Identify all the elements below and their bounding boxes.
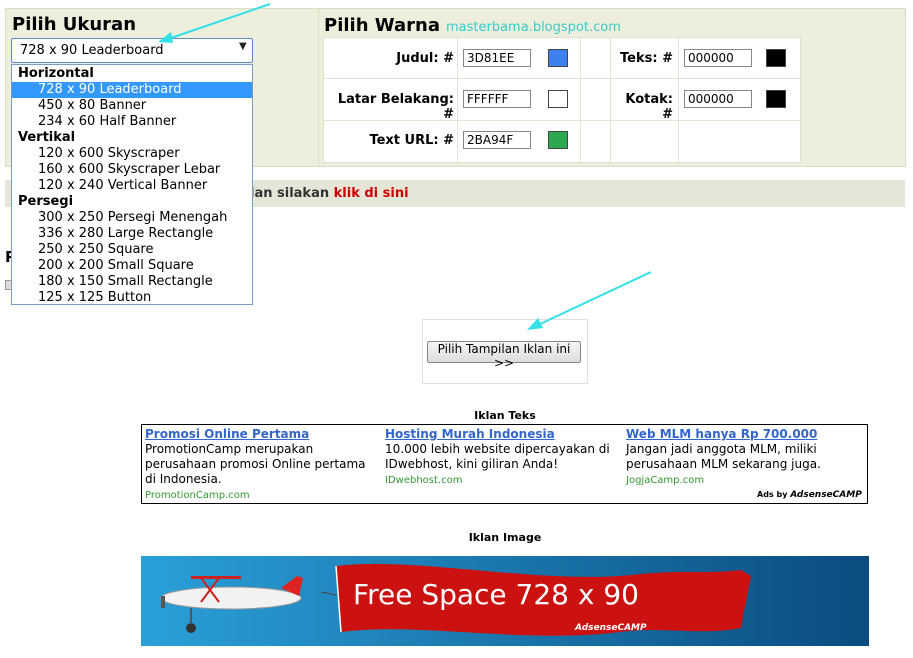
ad-title-link[interactable]: Hosting Murah Indonesia xyxy=(385,427,615,442)
title-color-input[interactable] xyxy=(463,49,531,67)
ad-description: Jangan jadi anggota MLM, miliki perusaha… xyxy=(626,442,821,471)
option-728x90[interactable]: 728 x 90 Leaderboard xyxy=(12,82,252,98)
color-heading: Pilih Warna xyxy=(324,15,440,36)
border-color-input[interactable] xyxy=(684,90,752,108)
info-text: lan silakan klik di sini xyxy=(250,186,409,201)
option-234x60[interactable]: 234 x 60 Half Banner xyxy=(12,114,252,130)
option-450x80[interactable]: 450 x 80 Banner xyxy=(12,98,252,114)
text-color-input[interactable] xyxy=(684,49,752,67)
border-color-swatch[interactable] xyxy=(766,90,786,108)
url-color-input[interactable] xyxy=(463,131,531,149)
option-120x240[interactable]: 120 x 240 Vertical Banner xyxy=(12,178,252,194)
click-here-link[interactable]: klik di sini xyxy=(334,186,409,201)
background-color-swatch[interactable] xyxy=(548,90,568,108)
option-120x600[interactable]: 120 x 600 Skyscraper xyxy=(12,146,252,162)
url-color-swatch[interactable] xyxy=(548,131,568,149)
ad-description: PromotionCamp merupakan perusahaan promo… xyxy=(145,442,366,486)
ad-url[interactable]: PromotionCamp.com xyxy=(145,488,375,503)
option-125x125[interactable]: 125 x 125 Button xyxy=(12,290,252,306)
col-divider xyxy=(678,38,679,162)
col-divider xyxy=(457,38,458,162)
title-color-swatch[interactable] xyxy=(548,49,568,67)
option-180x150[interactable]: 180 x 150 Small Rectangle xyxy=(12,274,252,290)
option-group-horizontal: Horizontal xyxy=(18,66,94,81)
info-message: lan silakan xyxy=(250,186,334,201)
banner-text: Free Space 728 x 90 xyxy=(353,578,639,611)
blog-watermark: masterbama.blogspot.com xyxy=(446,20,621,35)
row-divider xyxy=(324,78,800,79)
url-color-label: Text URL: # xyxy=(369,133,454,148)
title-color-label: Judul: # xyxy=(396,51,454,66)
image-ad-title: Iklan Image xyxy=(468,531,542,544)
choose-ad-display-button[interactable]: Pilih Tampilan Iklan ini >> xyxy=(427,341,581,370)
text-color-swatch[interactable] xyxy=(766,49,786,67)
ads-by-label[interactable]: Ads by AdsenseCAMP xyxy=(757,490,862,500)
text-ads-title: Iklan Teks xyxy=(474,409,536,422)
text-ad: Promosi Online Pertama PromotionCamp mer… xyxy=(145,427,375,503)
ad-title-link[interactable]: Web MLM hanya Rp 700.000 xyxy=(626,427,856,442)
option-300x250[interactable]: 300 x 250 Persegi Menengah xyxy=(12,210,252,226)
ads-by-brand: AdsenseCAMP xyxy=(790,490,862,500)
size-select-value[interactable]: 728 x 90 Leaderboard xyxy=(20,43,164,58)
banner-brand: AdsenseCAMP xyxy=(574,623,647,633)
ads-by-text: Ads by xyxy=(757,490,791,499)
option-250x250[interactable]: 250 x 250 Square xyxy=(12,242,252,258)
ad-url[interactable]: IDwebhost.com xyxy=(385,473,615,488)
text-color-label: Teks: # xyxy=(620,51,673,66)
background-color-label: Latar Belakang: # xyxy=(337,92,454,122)
option-200x200[interactable]: 200 x 200 Small Square xyxy=(12,258,252,274)
option-336x280[interactable]: 336 x 280 Large Rectangle xyxy=(12,226,252,242)
text-ad: Web MLM hanya Rp 700.000 Jangan jadi ang… xyxy=(626,427,856,488)
ad-description: 10.000 lebih website dipercayakan di IDw… xyxy=(385,442,610,471)
col-divider xyxy=(580,38,581,162)
size-heading: Pilih Ukuran xyxy=(12,14,137,35)
image-ad-banner[interactable]: Free Space 728 x 90 AdsenseCAMP xyxy=(141,556,869,646)
text-ad: Hosting Murah Indonesia 10.000 lebih web… xyxy=(385,427,615,488)
ad-url[interactable]: JogjaCamp.com xyxy=(626,473,856,488)
chevron-down-icon[interactable]: ▼ xyxy=(239,41,247,52)
color-table: Judul: # Latar Belakang: # Text URL: # T… xyxy=(323,37,801,163)
background-color-input[interactable] xyxy=(463,90,531,108)
border-color-label: Kotak: # xyxy=(625,92,673,122)
option-160x600[interactable]: 160 x 600 Skyscraper Lebar xyxy=(12,162,252,178)
option-group-vertikal: Vertikal xyxy=(18,130,76,145)
option-group-persegi: Persegi xyxy=(18,194,74,209)
ad-title-link[interactable]: Promosi Online Pertama xyxy=(145,427,375,442)
